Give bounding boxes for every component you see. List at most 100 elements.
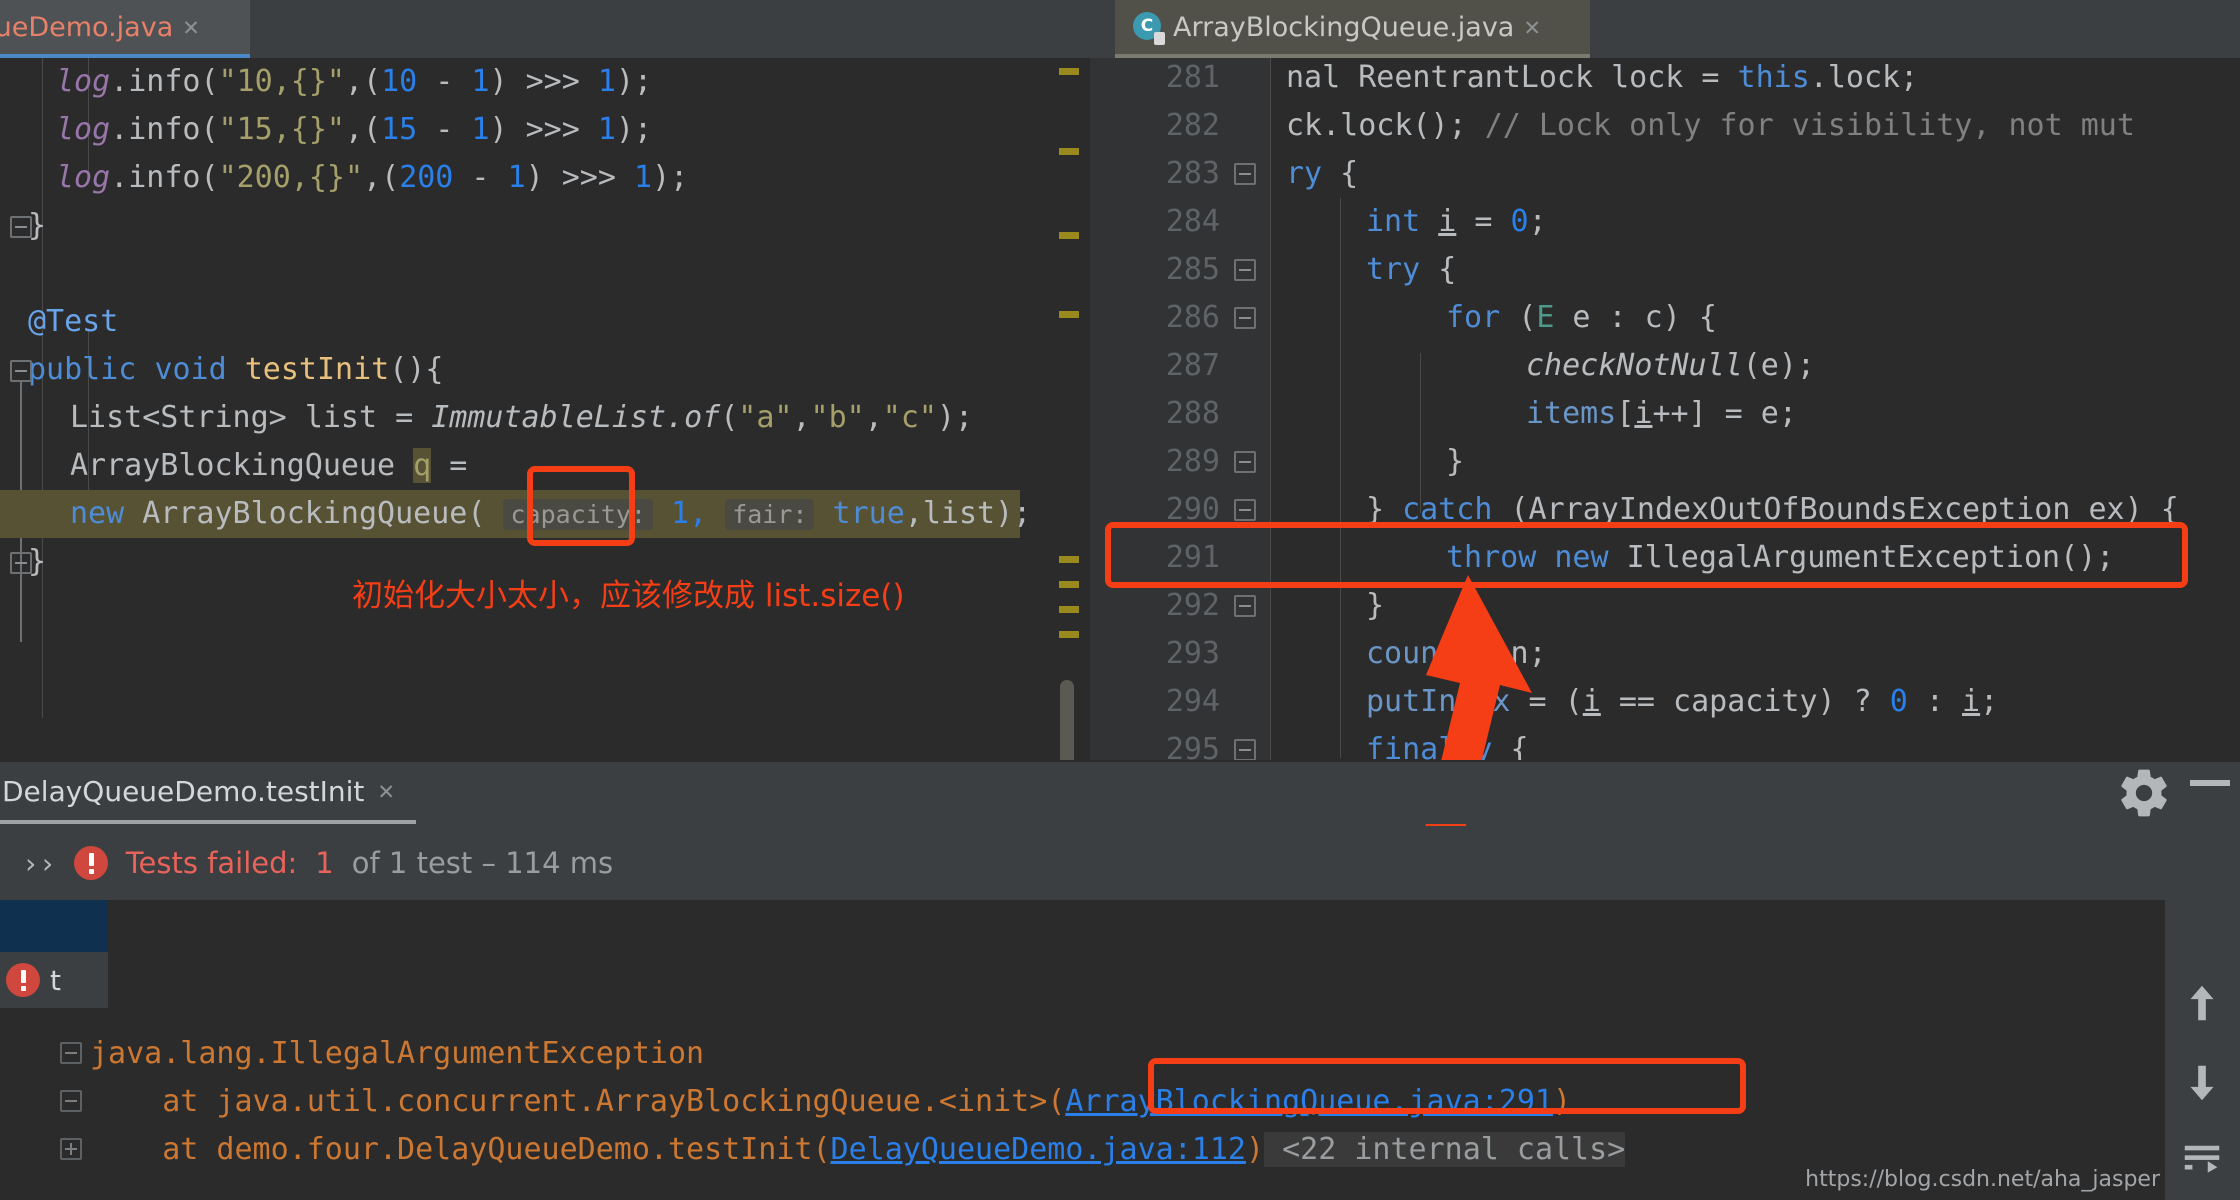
stripe-mark	[1059, 148, 1079, 155]
tab-delayqueuedemo[interactable]: eueDemo.java ✕	[0, 0, 250, 58]
code-text: nal ReentrantLock lock = this.lock;	[1286, 60, 1919, 95]
line-number: 284	[1165, 204, 1220, 239]
right-editor-pane[interactable]: 281 nal ReentrantLock lock = this.lock; …	[1090, 58, 2240, 760]
expand-all-icon[interactable]	[2179, 1140, 2225, 1186]
line-number: 282	[1165, 108, 1220, 143]
code-line: log.info("15,{}",(15 - 1) >>> 1);	[56, 112, 653, 147]
fold-marker[interactable]	[60, 1042, 82, 1064]
close-icon[interactable]: ✕	[183, 14, 199, 40]
test-tab-label: DelayQueueDemo.testInit	[2, 774, 365, 808]
code-line: ArrayBlockingQueue q =	[70, 448, 468, 483]
ide-window: eueDemo.java ✕ C ArrayBlockingQueue.java…	[0, 0, 2240, 1200]
code-row: 290 } catch (ArrayIndexOutOfBoundsExcept…	[1090, 486, 2240, 534]
stripe-mark	[1059, 68, 1079, 75]
minimize-icon[interactable]	[2190, 780, 2230, 786]
annotation-note-capacity: 初始化大小太小，应该修改成 list.size()	[352, 578, 905, 614]
close-icon[interactable]: ✕	[378, 778, 394, 804]
fold-marker[interactable]	[60, 1138, 82, 1160]
stacktrace-link[interactable]: DelayQueueDemo.java:112	[831, 1132, 1246, 1167]
test-tab-delayqueuedemo-testinit[interactable]: DelayQueueDemo.testInit ✕	[0, 762, 417, 824]
error-icon	[73, 846, 108, 880]
stripe-mark	[1059, 311, 1079, 318]
class-icon: C	[1133, 12, 1165, 45]
status-failed-count: 1	[315, 846, 334, 880]
fold-marker[interactable]	[60, 1090, 82, 1112]
code-text: } catch (ArrayIndexOutOfBoundsException …	[1366, 492, 2179, 527]
code-text: for (E e : c) {	[1446, 300, 1717, 335]
code-row: 285 try {	[1090, 246, 2240, 294]
code-row: 282 ck.lock(); // Lock only for visibili…	[1090, 102, 2240, 150]
gear-icon[interactable]	[2116, 765, 2172, 821]
stacktrace-text: java.lang.IllegalArgumentException	[90, 1036, 705, 1071]
status-detail: of 1 test – 114 ms	[351, 846, 614, 880]
fold-marker[interactable]	[1234, 163, 1256, 185]
code-text: int i = 0;	[1366, 204, 1547, 239]
code-line: List<String> list = ImmutableList.of("a"…	[70, 400, 974, 435]
test-status-row: ›› Tests failed: 1 of 1 test – 114 ms	[0, 826, 2240, 900]
tab-label: ArrayBlockingQueue.java	[1173, 11, 1515, 43]
stacktrace-row[interactable]: at java.util.concurrent.ArrayBlockingQue…	[0, 1078, 2132, 1126]
expand-chevron-icon[interactable]: ››	[22, 847, 56, 880]
test-tree-row-selected[interactable]	[0, 900, 108, 952]
console-toolbar[interactable]	[2165, 900, 2240, 1200]
code-text: items[i++] = e;	[1526, 396, 1797, 431]
stacktrace-link[interactable]: ArrayBlockingQueue.java:291	[1065, 1084, 1553, 1119]
left-error-stripe[interactable]	[1055, 58, 1081, 760]
code-row: 283 ry {	[1090, 150, 2240, 198]
fold-marker[interactable]	[10, 360, 32, 382]
fold-marker[interactable]	[1234, 307, 1256, 329]
lock-icon	[1154, 32, 1165, 45]
tab-arrayblockingqueue[interactable]: C ArrayBlockingQueue.java ✕	[1115, 0, 1590, 58]
code-row: 289 }	[1090, 438, 2240, 486]
watermark: https://blog.csdn.net/aha_jasper	[1805, 1167, 2160, 1192]
code-text: }	[1446, 444, 1465, 479]
code-line-highlighted: new ArrayBlockingQueue( capacity: 1, fai…	[0, 490, 1031, 538]
code-row: 286 for (E e : c) {	[1090, 294, 2240, 342]
fold-marker[interactable]	[1234, 499, 1256, 521]
internal-calls-badge[interactable]: <22 internal calls>	[1264, 1132, 1626, 1167]
code-line: log.info("10,{}",(10 - 1) >>> 1);	[56, 64, 653, 99]
line-number: 295	[1165, 732, 1220, 760]
line-number: 291	[1165, 540, 1220, 575]
line-number: 287	[1165, 348, 1220, 383]
test-tree-row-label: t	[50, 963, 61, 997]
tab-label: eueDemo.java	[0, 11, 174, 43]
error-icon	[6, 963, 40, 997]
fold-marker[interactable]	[1234, 739, 1256, 760]
left-editor-pane[interactable]: log.info("10,{}",(10 - 1) >>> 1); log.in…	[0, 58, 1115, 760]
code-row: 293 count = n;	[1090, 630, 2240, 678]
stripe-mark	[1059, 631, 1079, 638]
line-number: 292	[1165, 588, 1220, 623]
close-icon[interactable]: ✕	[1524, 14, 1540, 40]
stripe-mark	[1059, 556, 1079, 563]
line-number: 294	[1165, 684, 1220, 719]
line-number: 283	[1165, 156, 1220, 191]
line-number: 285	[1165, 252, 1220, 287]
code-row: 287 checkNotNull(e);	[1090, 342, 2240, 390]
line-number: 290	[1165, 492, 1220, 527]
arrow-up-icon[interactable]	[2179, 980, 2225, 1026]
stripe-mark	[1059, 581, 1079, 588]
fold-marker[interactable]	[1234, 259, 1256, 281]
arrow-down-icon[interactable]	[2179, 1060, 2225, 1106]
code-line: @Test	[28, 304, 119, 339]
code-line: log.info("200,{}",(200 - 1) >>> 1);	[56, 160, 689, 195]
fold-marker[interactable]	[10, 216, 32, 238]
stacktrace-text: at demo.four.DelayQueueDemo.testInit(Del…	[90, 1132, 1626, 1167]
code-row: 291 throw new IllegalArgumentException()…	[1090, 534, 2240, 582]
fold-marker[interactable]	[10, 552, 32, 574]
stacktrace-text: at java.util.concurrent.ArrayBlockingQue…	[90, 1084, 1572, 1119]
fold-marker[interactable]	[1234, 451, 1256, 473]
code-row: 281 nal ReentrantLock lock = this.lock;	[1090, 58, 2240, 102]
code-text: try {	[1366, 252, 1457, 287]
fold-marker[interactable]	[1234, 595, 1256, 617]
line-number: 293	[1165, 636, 1220, 671]
line-number: 281	[1165, 60, 1220, 95]
status-failed-label: Tests failed:	[125, 846, 298, 880]
code-row: 295 finally {	[1090, 726, 2240, 760]
stripe-mark	[1059, 232, 1079, 239]
test-tree-row[interactable]: t	[0, 952, 108, 1008]
line-number: 286	[1165, 300, 1220, 335]
code-row: 284 int i = 0;	[1090, 198, 2240, 246]
stacktrace-row[interactable]: java.lang.IllegalArgumentException	[0, 1030, 2132, 1078]
